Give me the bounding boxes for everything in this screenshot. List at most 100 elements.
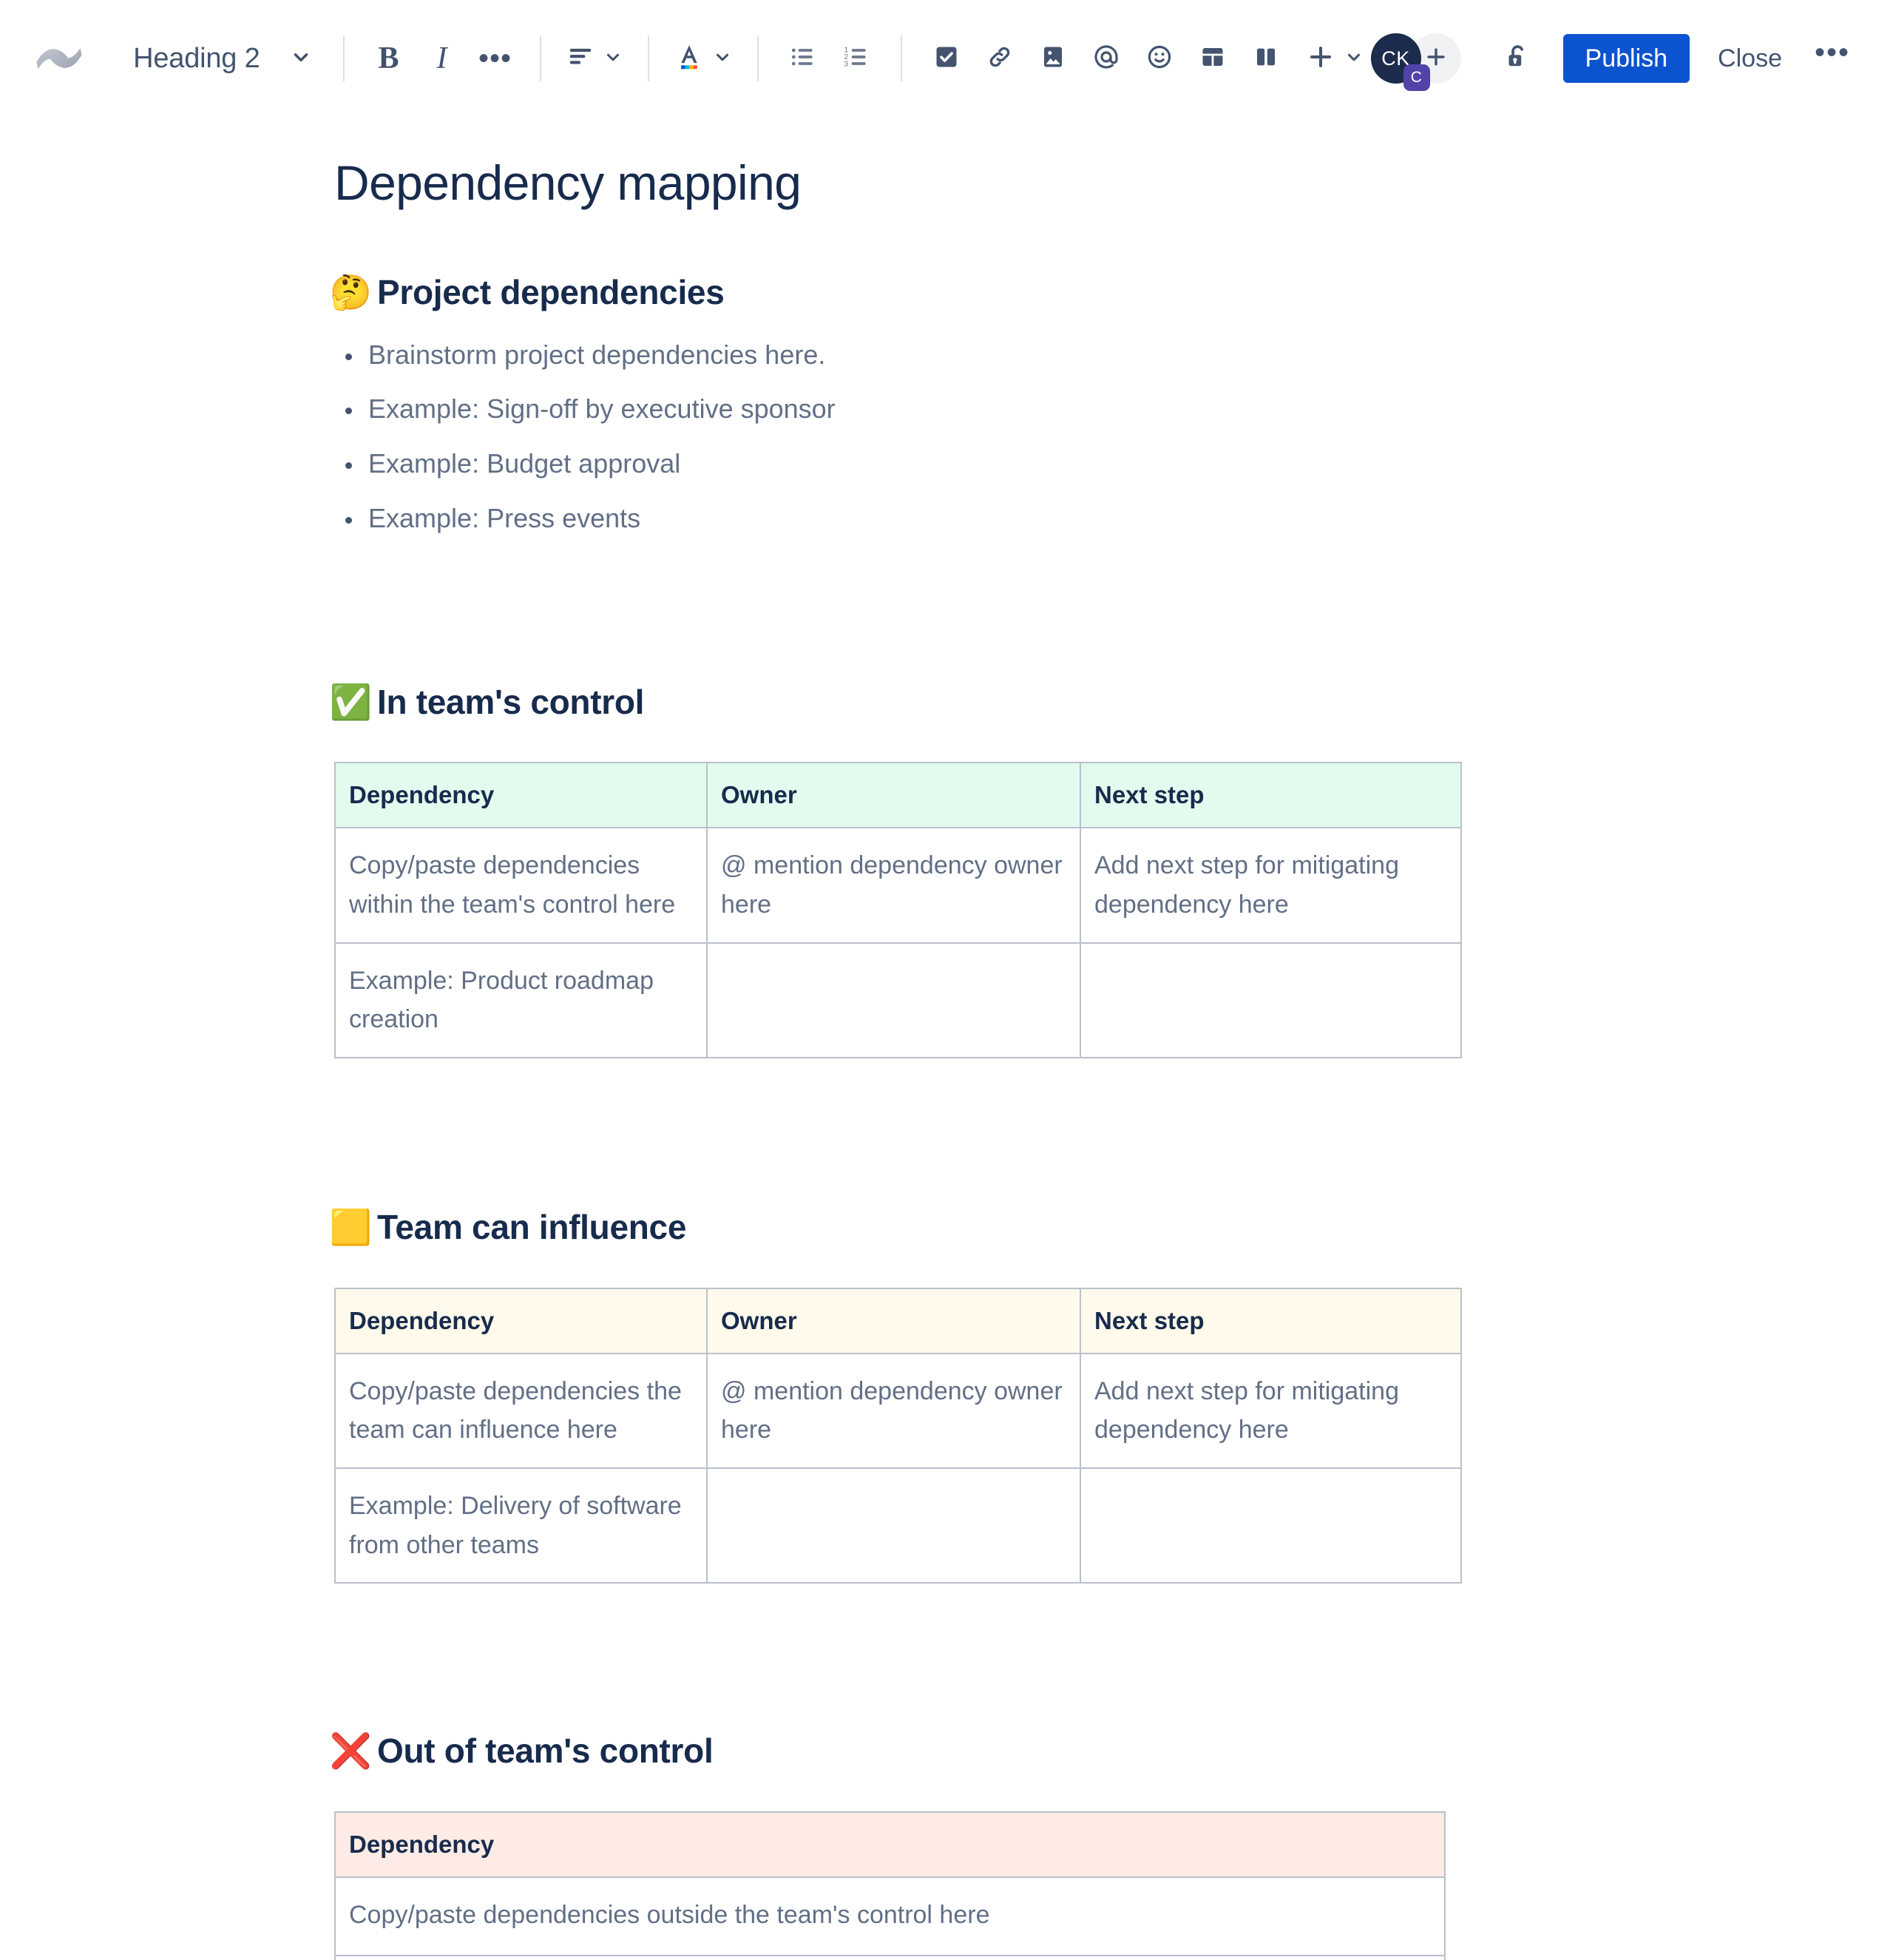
column-header-next-step[interactable]: Next step — [1080, 762, 1462, 829]
toolbar-divider — [647, 36, 649, 81]
column-header-owner[interactable]: Owner — [706, 762, 1081, 829]
bullet-list: Brainstorm project dependencies here. Ex… — [334, 338, 1893, 536]
section-out-of-teams-control: ❌ Out of team's control Dependency Copy/… — [330, 1730, 1893, 1960]
list-item[interactable]: Example: Press events — [334, 501, 1893, 536]
column-header-dependency[interactable]: Dependency — [334, 1811, 1446, 1878]
task-list-button[interactable] — [920, 32, 973, 85]
text-align-button[interactable] — [559, 32, 630, 85]
toolbar-divider — [342, 36, 345, 81]
page-title[interactable]: Dependency mapping — [334, 154, 1893, 212]
cell-next-step[interactable] — [1080, 942, 1462, 1059]
cell-owner[interactable] — [706, 942, 1081, 1059]
dependency-table-yellow: Dependency Owner Next step Copy/paste de… — [334, 1287, 1462, 1584]
section-heading[interactable]: ✅ In team's control — [330, 681, 1893, 724]
thinking-face-emoji: 🤔 — [329, 273, 372, 312]
cell-next-step[interactable]: Add next step for mitigating dependency … — [1080, 827, 1462, 944]
section-project-dependencies: 🤔 Project dependencies Brainstorm projec… — [329, 271, 1893, 536]
emoji-button[interactable] — [1133, 32, 1186, 85]
toolbar-divider — [900, 36, 902, 81]
numbered-list-button[interactable]: 1 2 3 — [830, 32, 883, 85]
mention-button[interactable] — [1080, 32, 1133, 85]
column-header-owner[interactable]: Owner — [706, 1287, 1081, 1354]
cell-dependency[interactable]: Example: Delivery of software from other… — [334, 1467, 708, 1584]
insert-button[interactable] — [1298, 32, 1371, 85]
link-button[interactable] — [973, 32, 1026, 85]
section-heading-text: Project dependencies — [377, 273, 725, 312]
section-heading-text: In team's control — [377, 682, 645, 721]
chevron-down-icon — [603, 47, 623, 70]
column-header-next-step[interactable]: Next step — [1080, 1287, 1462, 1354]
text-style-label: Heading 2 — [133, 42, 260, 74]
numbered-list-icon: 1 2 3 — [842, 43, 870, 75]
chevron-down-icon — [713, 47, 732, 70]
confluence-logo-icon[interactable] — [31, 30, 87, 87]
cell-owner[interactable] — [706, 1467, 1081, 1584]
image-icon — [1040, 44, 1066, 74]
table-header-row: Dependency Owner Next step — [334, 762, 1462, 829]
toolbar-divider — [756, 36, 759, 81]
restrictions-button[interactable] — [1491, 32, 1544, 85]
table-icon — [1199, 44, 1226, 74]
toolbar-divider — [539, 36, 541, 81]
table-row: Example: Government regulations — [334, 1954, 1446, 1960]
cell-next-step[interactable]: Add next step for mitigating dependency … — [1080, 1352, 1462, 1470]
close-button[interactable]: Close — [1699, 34, 1801, 83]
layout-button[interactable] — [1239, 32, 1293, 85]
table-button[interactable] — [1186, 32, 1239, 85]
section-team-can-influence: 🟨 Team can influence Dependency Owner Ne… — [330, 1206, 1893, 1584]
section-heading[interactable]: ❌ Out of team's control — [330, 1730, 1893, 1773]
cell-dependency[interactable]: Example: Product roadmap creation — [334, 942, 708, 1059]
column-header-dependency[interactable]: Dependency — [334, 1287, 708, 1354]
bold-icon: B — [378, 41, 399, 75]
table-body: Copy/paste dependencies outside the team… — [334, 1876, 1446, 1960]
text-style-select[interactable]: Heading 2 — [115, 32, 325, 85]
link-icon — [986, 43, 1014, 75]
editor-toolbar: Heading 2 B I ••• 1 2 3 CK C Publish Clo… — [0, 0, 1893, 117]
list-item[interactable]: Brainstorm project dependencies here. — [334, 338, 1893, 373]
cell-dependency[interactable]: Copy/paste dependencies outside the team… — [334, 1876, 1446, 1956]
emoji-smiley-icon — [1145, 43, 1174, 75]
list-item[interactable]: Example: Sign-off by executive sponsor — [334, 392, 1893, 427]
text-color-button[interactable] — [667, 32, 739, 85]
plus-icon — [1306, 42, 1335, 75]
cell-dependency[interactable]: Copy/paste dependencies the team can inf… — [334, 1352, 708, 1470]
table-header-row: Dependency Owner Next step — [334, 1287, 1462, 1354]
bold-button[interactable]: B — [362, 32, 416, 85]
section-heading[interactable]: 🤔 Project dependencies — [329, 271, 1893, 314]
section-heading-text: Team can influence — [377, 1208, 687, 1247]
more-formatting-button[interactable]: ••• — [469, 32, 522, 85]
table-header: Dependency — [334, 1811, 1446, 1878]
publish-button[interactable]: Publish — [1562, 34, 1690, 83]
dependency-table-green: Dependency Owner Next step Copy/paste de… — [334, 762, 1462, 1059]
chevron-down-icon — [1344, 47, 1364, 70]
more-formatting-icon: ••• — [478, 42, 512, 75]
table-header: Dependency Owner Next step — [334, 1287, 1462, 1354]
dependency-table-red: Dependency Copy/paste dependencies outsi… — [334, 1811, 1446, 1960]
cell-next-step[interactable] — [1080, 1467, 1462, 1584]
italic-icon: I — [436, 41, 447, 75]
layout-columns-icon — [1253, 44, 1279, 74]
unlock-icon — [1502, 41, 1533, 76]
table-row: Example: Delivery of software from other… — [334, 1467, 1462, 1584]
task-checkbox-icon — [933, 44, 960, 74]
cell-dependency[interactable]: Example: Government regulations — [334, 1954, 1446, 1960]
more-options-button[interactable]: ••• — [1801, 34, 1863, 83]
column-header-dependency[interactable]: Dependency — [334, 762, 708, 829]
italic-button[interactable]: I — [416, 32, 469, 85]
table-body: Copy/paste dependencies the team can inf… — [334, 1352, 1462, 1584]
cell-owner[interactable]: @ mention dependency owner here — [706, 827, 1081, 944]
avatar-badge: C — [1403, 64, 1430, 91]
cell-dependency[interactable]: Copy/paste dependencies within the team'… — [334, 827, 708, 944]
collaborators: CK C — [1370, 33, 1461, 91]
text-align-icon — [566, 43, 595, 75]
avatar[interactable]: CK C — [1370, 33, 1430, 91]
cell-owner[interactable]: @ mention dependency owner here — [706, 1352, 1081, 1470]
section-heading[interactable]: 🟨 Team can influence — [330, 1206, 1893, 1249]
table-row: Example: Product roadmap creation — [334, 942, 1462, 1059]
bullet-list-button[interactable] — [776, 32, 830, 85]
list-item[interactable]: Example: Budget approval — [334, 447, 1893, 481]
chevron-down-icon — [290, 46, 312, 72]
section-in-teams-control: ✅ In team's control Dependency Owner Nex… — [330, 681, 1893, 1059]
image-button[interactable] — [1026, 32, 1080, 85]
table-header-row: Dependency — [334, 1811, 1446, 1878]
